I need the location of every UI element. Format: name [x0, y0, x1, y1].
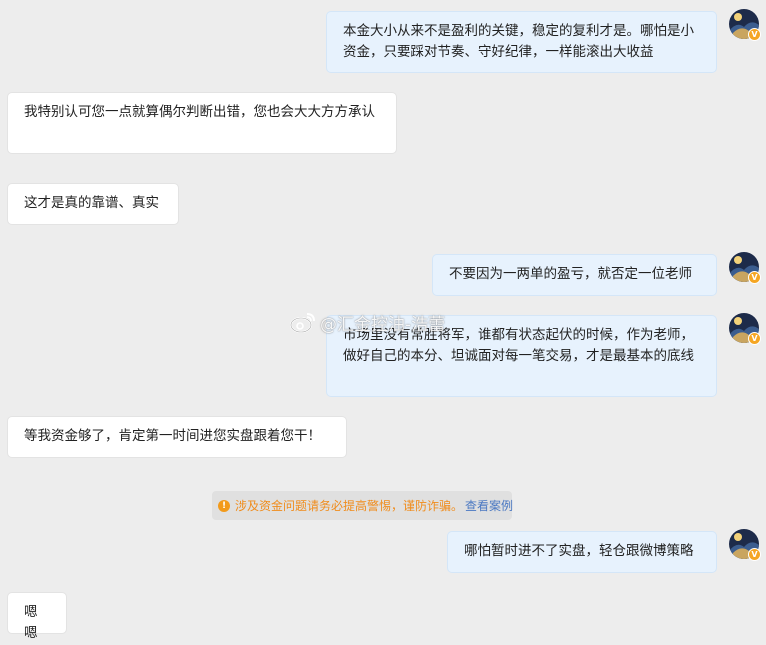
message-text: 哪怕暂时进不了实盘，轻仓跟微博策略 [464, 543, 694, 559]
message-bubble-incoming: 嗯嗯 [7, 592, 67, 641]
message-bubble-incoming: 等我资金够了，肯定第一时间进您实盘跟着您干！ [7, 416, 347, 458]
message-bubble-outgoing: 本金大小从来不是盈利的关键，稳定的复利才是。哪怕是小资金，只要踩对节奏、守好纪律… [326, 11, 717, 73]
message-bubble-incoming: 这才是真的靠谱、真实 [7, 183, 179, 225]
avatar[interactable]: V [729, 252, 761, 284]
verified-badge-icon: V [748, 548, 761, 561]
verified-badge-icon: V [748, 28, 761, 41]
avatar[interactable]: V [729, 313, 761, 345]
avatar[interactable]: V [729, 9, 761, 41]
message-text: 我特别认可您一点就算偶尔判断出错，您也会大大方方承认 [24, 104, 375, 120]
message-text: 不要因为一两单的盈亏，就否定一位老师 [449, 266, 692, 282]
fraud-warning-notice: ! 涉及资金问题请务必提高警惕，谨防诈骗。 查看案例 [212, 491, 513, 520]
weibo-logo-icon [290, 313, 315, 333]
notice-text: 涉及资金问题请务必提高警惕，谨防诈骗。 [235, 499, 464, 513]
message-bubble-outgoing: 市场里没有常胜将军，谁都有状态起伏的时候，作为老师，做好自己的本分、坦诚面对每一… [326, 315, 717, 397]
warning-icon: ! [218, 499, 230, 512]
message-text: 本金大小从来不是盈利的关键，稳定的复利才是。哪怕是小资金，只要踩对节奏、守好纪律… [343, 23, 694, 60]
message-text: 这才是真的靠谱、真实 [24, 195, 159, 211]
verified-badge-icon: V [748, 332, 761, 345]
message-text: 等我资金够了，肯定第一时间进您实盘跟着您干！ [24, 428, 321, 444]
view-cases-link[interactable]: 查看案例 [465, 497, 513, 514]
message-bubble-outgoing: 不要因为一两单的盈亏，就否定一位老师 [432, 254, 717, 296]
message-text: 嗯嗯 [24, 604, 38, 641]
message-bubble-incoming: 我特别认可您一点就算偶尔判断出错，您也会大大方方承认 [7, 92, 397, 154]
verified-badge-icon: V [748, 271, 761, 284]
message-text: 市场里没有常胜将军，谁都有状态起伏的时候，作为老师，做好自己的本分、坦诚面对每一… [343, 327, 694, 364]
avatar[interactable]: V [729, 529, 761, 561]
message-bubble-outgoing: 哪怕暂时进不了实盘，轻仓跟微博策略 [447, 531, 717, 573]
